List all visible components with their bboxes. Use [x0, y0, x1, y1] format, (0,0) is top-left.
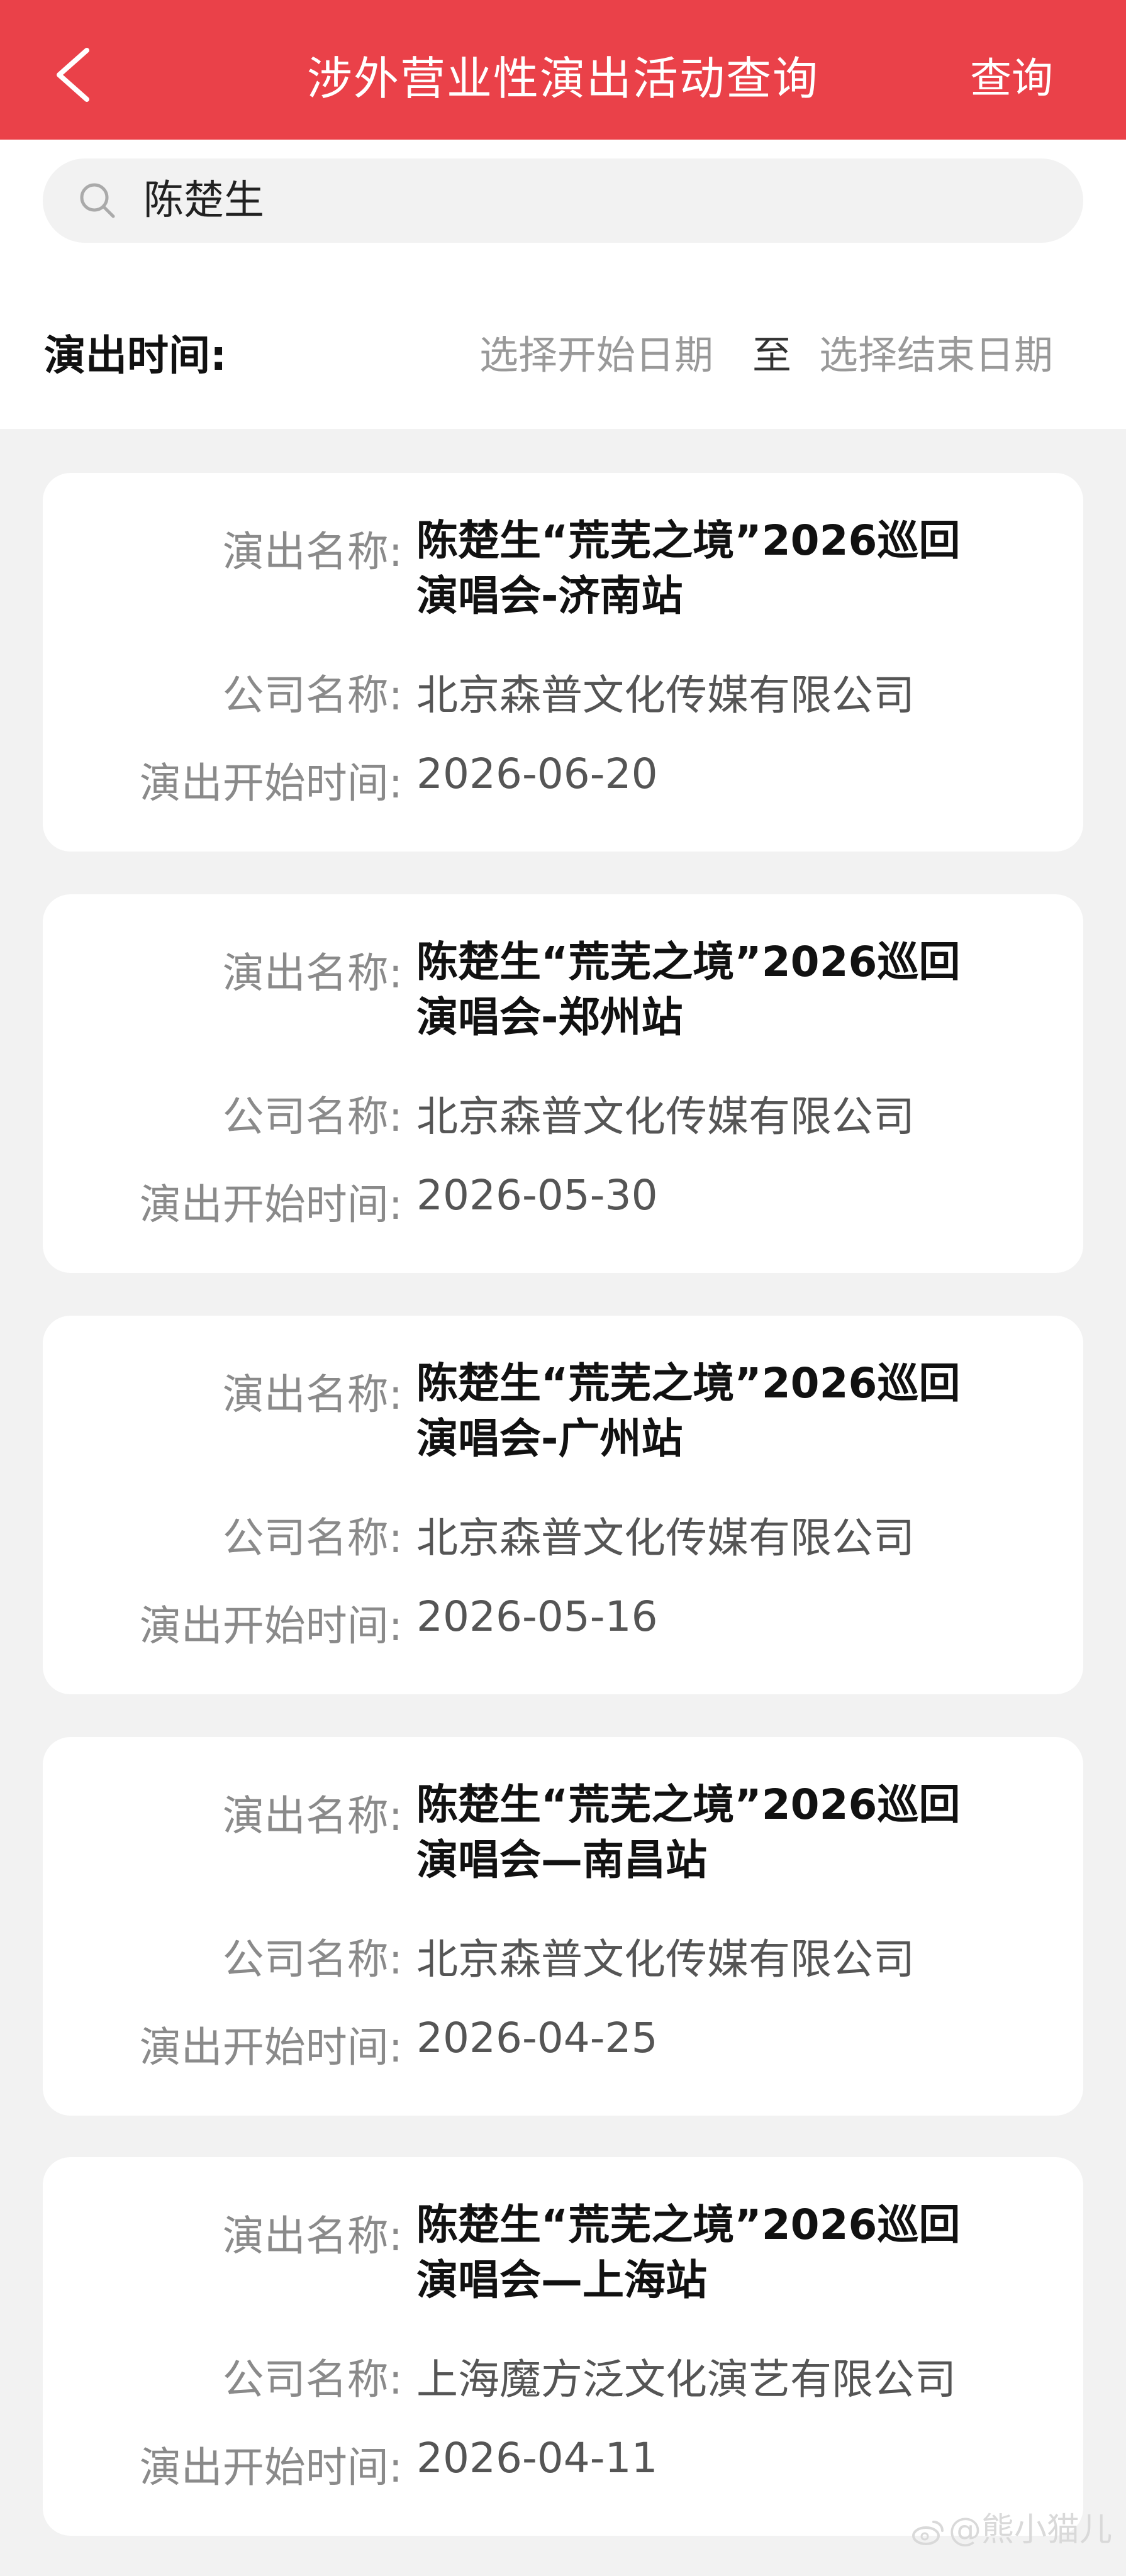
- start-time-label: 演出开始时间:: [139, 1602, 403, 1650]
- show-name: 陈楚生“荒芜之境”2026巡回 演唱会-济南站: [416, 513, 1045, 624]
- show-name-line: 陈楚生“荒芜之境”2026巡回: [416, 1359, 961, 1407]
- show-name-line: 陈楚生“荒芜之境”2026巡回: [416, 516, 961, 565]
- search-bar[interactable]: 陈楚生: [43, 158, 1083, 243]
- company-label: 公司名称:: [222, 1514, 403, 1562]
- end-date-picker[interactable]: 选择结束日期: [819, 323, 1053, 380]
- name-label: 演出名称:: [222, 1370, 403, 1419]
- page-title: 涉外营业性演出活动查询: [306, 52, 819, 105]
- watermark: @熊小猫儿: [911, 2503, 1112, 2550]
- start-date: 2026-04-25: [416, 2014, 658, 2062]
- company-label: 公司名称:: [222, 671, 403, 719]
- date-filter-label: 演出时间:: [44, 331, 227, 380]
- app-header: 涉外营业性演出活动查询 查询: [0, 0, 1126, 140]
- search-panel: 陈楚生 演出时间: 选择开始日期 至 选择结束日期: [0, 140, 1126, 429]
- show-name-line: 演唱会-郑州站: [416, 993, 683, 1041]
- start-date: 2026-06-20: [416, 750, 658, 798]
- show-name-line: 演唱会—上海站: [416, 2256, 707, 2304]
- start-time-label: 演出开始时间:: [139, 2443, 403, 2492]
- show-name-line: 演唱会—南昌站: [416, 1836, 707, 1884]
- company-name: 北京森普文化传媒有限公司: [416, 1514, 915, 1562]
- company-name: 北京森普文化传媒有限公司: [416, 671, 915, 719]
- company-label: 公司名称:: [222, 1092, 403, 1141]
- show-name: 陈楚生“荒芜之境”2026巡回 演唱会—南昌站: [416, 1777, 1045, 1888]
- start-date: 2026-05-16: [416, 1592, 658, 1641]
- show-name-line: 演唱会-广州站: [416, 1414, 683, 1463]
- name-label: 演出名称:: [222, 1792, 403, 1840]
- watermark-text: @熊小猫儿: [948, 2511, 1112, 2549]
- date-separator: 至: [752, 332, 792, 378]
- show-name-line: 陈楚生“荒芜之境”2026巡回: [416, 2201, 961, 2249]
- result-card[interactable]: 演出名称: 陈楚生“荒芜之境”2026巡回 演唱会—南昌站 公司名称: 北京森普…: [43, 1737, 1083, 2116]
- search-input[interactable]: 陈楚生: [143, 158, 264, 243]
- name-label: 演出名称:: [222, 528, 403, 576]
- show-name: 陈楚生“荒芜之境”2026巡回 演唱会—上海站: [416, 2197, 1045, 2308]
- show-name-line: 陈楚生“荒芜之境”2026巡回: [416, 1780, 961, 1829]
- name-label: 演出名称:: [222, 2212, 403, 2260]
- show-name-line: 陈楚生“荒芜之境”2026巡回: [416, 938, 961, 986]
- company-label: 公司名称:: [222, 2355, 403, 2404]
- start-date: 2026-05-30: [416, 1171, 658, 1219]
- company-name: 北京森普文化传媒有限公司: [416, 1092, 915, 1141]
- result-card[interactable]: 演出名称: 陈楚生“荒芜之境”2026巡回 演唱会-郑州站 公司名称: 北京森普…: [43, 894, 1083, 1273]
- weibo-icon: [911, 2521, 944, 2545]
- name-label: 演出名称:: [222, 949, 403, 997]
- start-date-picker[interactable]: 选择开始日期: [479, 323, 713, 380]
- result-card[interactable]: 演出名称: 陈楚生“荒芜之境”2026巡回 演唱会-广州站 公司名称: 北京森普…: [43, 1316, 1083, 1694]
- result-card[interactable]: 演出名称: 陈楚生“荒芜之境”2026巡回 演唱会—上海站 公司名称: 上海魔方…: [43, 2157, 1083, 2536]
- search-icon: [80, 183, 115, 218]
- show-name-line: 演唱会-济南站: [416, 572, 683, 620]
- show-name: 陈楚生“荒芜之境”2026巡回 演唱会-郑州站: [416, 935, 1045, 1045]
- company-label: 公司名称:: [222, 1935, 403, 1984]
- start-time-label: 演出开始时间:: [139, 2023, 403, 2072]
- company-name: 上海魔方泛文化演艺有限公司: [416, 2355, 956, 2404]
- query-button[interactable]: 查询: [970, 0, 1053, 140]
- show-name: 陈楚生“荒芜之境”2026巡回 演唱会-广州站: [416, 1356, 1045, 1467]
- start-time-label: 演出开始时间:: [139, 1180, 403, 1229]
- start-date: 2026-04-11: [416, 2434, 658, 2482]
- start-time-label: 演出开始时间:: [139, 759, 403, 808]
- company-name: 北京森普文化传媒有限公司: [416, 1935, 915, 1984]
- result-card[interactable]: 演出名称: 陈楚生“荒芜之境”2026巡回 演唱会-济南站 公司名称: 北京森普…: [43, 473, 1083, 852]
